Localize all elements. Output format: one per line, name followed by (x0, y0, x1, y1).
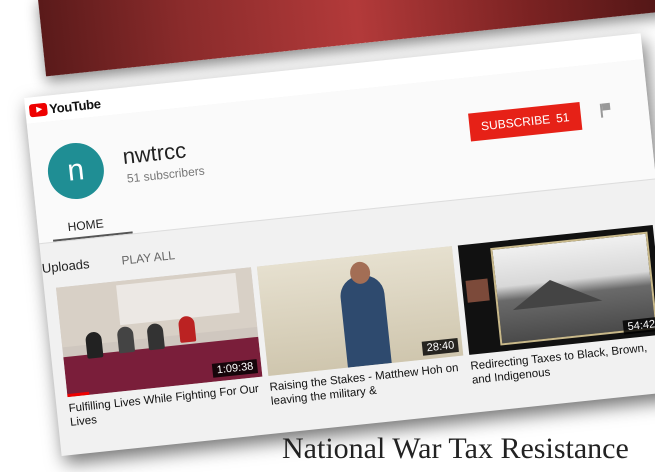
uploads-heading[interactable]: Uploads (41, 256, 90, 276)
subscribe-count: 51 (555, 110, 571, 126)
youtube-play-icon (28, 102, 48, 118)
play-all-button[interactable]: PLAY ALL (121, 248, 176, 268)
video-duration: 54:42 (623, 316, 655, 335)
video-card[interactable]: 54:42 Redirecting Taxes to Black, Brown,… (457, 224, 655, 388)
tab-home[interactable]: HOME (67, 216, 104, 234)
youtube-wordmark: YouTube (48, 96, 102, 117)
avatar-letter: n (65, 153, 86, 188)
video-thumbnail[interactable]: 54:42 (457, 224, 655, 355)
subscribe-label: SUBSCRIBE (480, 112, 551, 134)
video-card[interactable]: 1:09:38 Fulfilling Lives While Fighting … (56, 267, 266, 430)
flag-icon[interactable] (600, 103, 611, 114)
video-card[interactable]: 28:40 Raising the Stakes - Matthew Hoh o… (256, 246, 467, 409)
video-thumbnail[interactable]: 1:09:38 (56, 267, 263, 398)
channel-name: nwtrcc (121, 137, 188, 169)
youtube-logo[interactable]: YouTube (28, 96, 102, 118)
youtube-channel-screenshot: YouTube n nwtrcc 51 subscribers SUBSCRIB… (24, 33, 655, 457)
avatar[interactable]: n (45, 140, 107, 202)
subscribe-button[interactable]: SUBSCRIBE 51 (468, 101, 583, 142)
video-thumbnail[interactable]: 28:40 (256, 246, 464, 376)
footer-caption: National War Tax Resistance (282, 432, 629, 465)
